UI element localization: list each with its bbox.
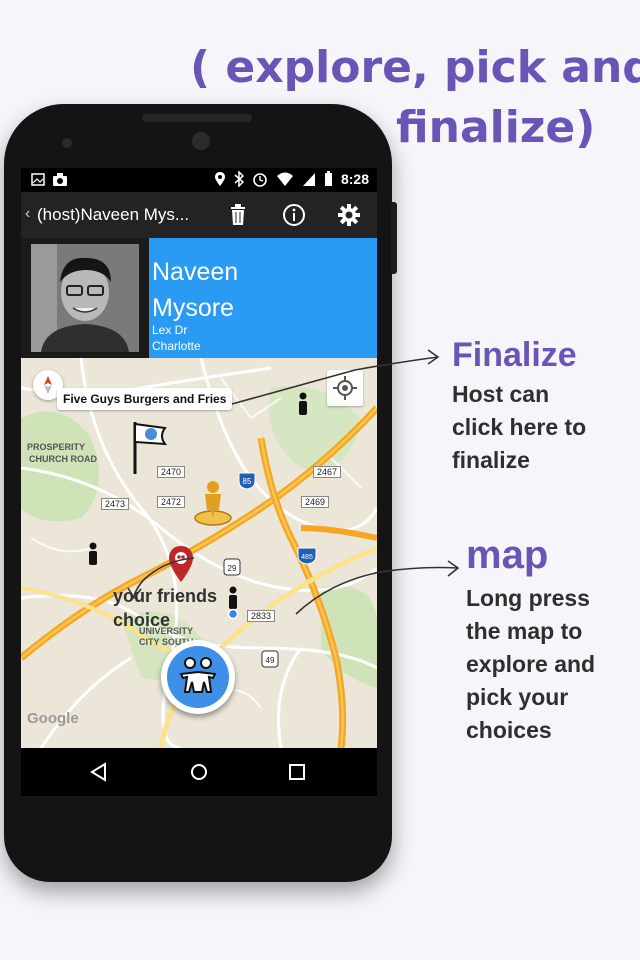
map-body-line: explore and — [466, 651, 596, 677]
map-arrowhead — [447, 560, 460, 577]
finalize-body-line: Host can — [452, 381, 550, 407]
interstate-85-label: 85 — [243, 477, 252, 486]
map-annotation-body: Long press the map to explore and pick y… — [466, 582, 595, 747]
friends-choice-line-2: choice — [113, 610, 171, 630]
friends-choice-annotation: your friends choice — [113, 584, 217, 632]
road-number: 2833 — [247, 610, 276, 622]
location-icon — [214, 172, 225, 186]
nav-recents-icon[interactable] — [285, 760, 309, 784]
finalize-body-line: click here to — [452, 414, 587, 440]
map-pin-icon[interactable] — [167, 544, 195, 584]
map-body-line: the map to — [466, 618, 583, 644]
phone-camera — [62, 138, 72, 148]
system-status-icons: 8:28 — [214, 171, 369, 187]
friends-fab-button[interactable] — [161, 640, 235, 714]
person-marker-icon[interactable] — [87, 542, 99, 568]
battery-icon — [324, 171, 332, 186]
phone-screen: 8:28 ‹ (host)Naveen Mys... Naveen Mysore… — [21, 168, 377, 796]
profile-photo — [31, 244, 139, 352]
wifi-icon — [276, 172, 293, 186]
person-marker-icon[interactable] — [297, 392, 309, 418]
interstate-85-shield: 85 — [238, 472, 256, 490]
route-49-shield: 49 — [261, 650, 279, 668]
phone-side-button — [391, 202, 397, 274]
finalize-annotation-title: Finalize — [452, 336, 577, 374]
road-number: 2467 — [313, 466, 342, 478]
nav-home-icon[interactable] — [187, 760, 211, 784]
road-number: 2469 — [301, 496, 330, 508]
phone-speaker — [142, 114, 252, 122]
action-bar: ‹ (host)Naveen Mys... — [21, 192, 377, 238]
profile-name-line-1: Naveen — [152, 258, 239, 286]
friends-icon — [179, 657, 217, 693]
finalize-annotation-body: Host can click here to finalize — [452, 378, 586, 477]
info-icon[interactable] — [281, 202, 307, 228]
area-label-prosperity: PROSPERITY — [27, 442, 86, 452]
map-body-line: Long press — [466, 585, 590, 611]
settings-gear-icon[interactable] — [336, 202, 362, 228]
google-copyright: Google — [27, 710, 79, 727]
road-number: 2473 — [101, 498, 130, 510]
navigation-bar — [21, 748, 377, 796]
trash-icon[interactable] — [225, 202, 251, 228]
interstate-485-shield: 485 — [297, 547, 317, 565]
profile-name-line-2: Mysore — [152, 294, 234, 322]
profile-address-line-2: Charlotte — [152, 339, 201, 353]
profile-name: Naveen Mysore — [152, 254, 238, 326]
map-annotation-title: map — [466, 533, 549, 577]
signal-icon — [302, 173, 315, 186]
friends-fab-inner — [167, 646, 229, 708]
phone-sensor — [192, 132, 210, 150]
interstate-485-label: 485 — [301, 554, 313, 561]
profile-header[interactable]: Naveen Mysore Lex Dr Charlotte — [21, 238, 377, 358]
my-location-icon[interactable] — [327, 370, 363, 406]
person-marker-icon[interactable] — [226, 586, 240, 620]
back-chevron-icon[interactable]: ‹ — [25, 205, 30, 223]
area-label-church-road: CHURCH ROAD — [29, 454, 97, 464]
notification-icons — [31, 173, 75, 190]
profile-photo-frame — [21, 238, 149, 358]
profile-address-line-1: Lex Dr — [152, 323, 188, 337]
map-body-line: choices — [466, 717, 552, 743]
status-bar: 8:28 — [21, 168, 377, 192]
headline-line-2: finalize) — [396, 102, 596, 153]
road-number: 2472 — [157, 496, 186, 508]
nav-back-icon[interactable] — [87, 760, 111, 784]
map-body-line: pick your — [466, 684, 569, 710]
route-49-label: 49 — [266, 656, 275, 665]
route-29-shield: 29 — [223, 558, 241, 576]
screen-title[interactable]: (host)Naveen Mys... — [37, 205, 189, 225]
headline-line-1: ( explore, pick and — [190, 42, 640, 93]
finalize-arrowhead — [427, 349, 440, 365]
alarm-icon — [253, 173, 267, 187]
pegman-icon[interactable] — [193, 478, 233, 528]
profile-address: Lex Dr Charlotte — [152, 322, 201, 354]
avatar — [31, 244, 139, 352]
selected-place-label[interactable]: Five Guys Burgers and Fries — [57, 388, 233, 410]
clock: 8:28 — [340, 171, 369, 187]
flag-icon[interactable] — [129, 418, 169, 478]
finalize-body-line: finalize — [452, 447, 530, 473]
map-view[interactable]: PROSPERITY CHURCH ROAD UNIVERSITY CITY S… — [21, 358, 377, 748]
friends-choice-line-1: your friends — [113, 586, 218, 606]
notification-icon-group — [31, 173, 67, 186]
route-29-label: 29 — [228, 564, 237, 573]
bluetooth-icon — [234, 171, 244, 187]
